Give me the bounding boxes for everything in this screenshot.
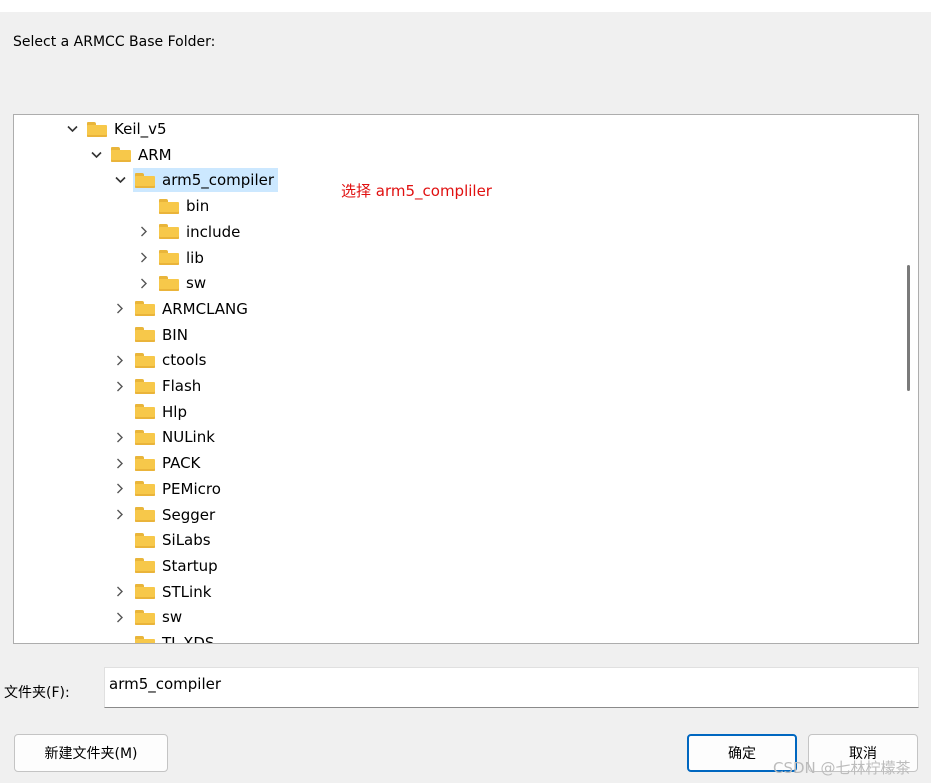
tree-scrollbar-thumb[interactable] — [907, 265, 910, 391]
chevron-right-icon[interactable] — [114, 483, 126, 495]
chevron-right-icon[interactable] — [114, 611, 126, 623]
tree-item-label: TI_XDS — [162, 634, 215, 644]
folder-icon — [111, 147, 131, 163]
tree-item-label: NULink — [162, 428, 215, 447]
chevron-right-icon[interactable] — [138, 252, 150, 264]
folder-icon — [135, 481, 155, 497]
chevron-right-icon[interactable] — [114, 431, 126, 443]
tree-item-label: ARM — [138, 145, 172, 164]
folder-icon — [135, 609, 155, 625]
tree-item[interactable]: Startup — [133, 554, 222, 578]
folder-icon — [135, 532, 155, 548]
title-bar-strip — [0, 0, 931, 12]
tree-item[interactable]: SiLabs — [133, 528, 215, 552]
tree-item[interactable]: bin — [157, 194, 213, 218]
folder-icon — [159, 198, 179, 214]
folder-icon — [135, 172, 155, 188]
tree-item-label: sw — [186, 274, 207, 293]
folder-icon — [159, 224, 179, 240]
tree-item[interactable]: PEMicro — [133, 477, 225, 501]
tree-item[interactable]: TI_XDS — [133, 631, 218, 644]
folder-icon — [135, 429, 155, 445]
folder-icon — [135, 635, 155, 643]
chevron-right-icon[interactable] — [114, 509, 126, 521]
tree-item-label: PACK — [162, 454, 201, 473]
tree-item-label: lib — [186, 248, 204, 267]
tree-item-label: ARMCLANG — [162, 299, 248, 318]
tree-item-label: PEMicro — [162, 479, 221, 498]
folder-icon — [135, 352, 155, 368]
tree-item[interactable]: Keil_v5 — [85, 117, 171, 141]
tree-item[interactable]: Flash — [133, 374, 205, 398]
red-annotation-text: 选择 arm5_compliler — [341, 182, 492, 200]
folder-icon — [87, 121, 107, 137]
folder-icon — [159, 275, 179, 291]
tree-item-label: Segger — [162, 505, 216, 524]
chevron-right-icon[interactable] — [114, 354, 126, 366]
tree-item[interactable]: NULink — [133, 425, 219, 449]
tree-item-label: sw — [162, 608, 183, 627]
folder-icon — [135, 558, 155, 574]
tree-item-label: Hlp — [162, 402, 187, 421]
chevron-down-icon[interactable] — [114, 174, 126, 186]
watermark-text: CSDN @七林柠檬茶 — [773, 759, 911, 777]
tree-item[interactable]: PACK — [133, 451, 204, 475]
folder-icon — [135, 301, 155, 317]
tree-item-label: Keil_v5 — [114, 120, 167, 138]
tree-item-label: arm5_compiler — [162, 171, 275, 190]
folder-icon — [159, 250, 179, 265]
tree-item[interactable]: Segger — [133, 503, 219, 527]
tree-item-label: bin — [186, 197, 210, 216]
tree-item[interactable]: ctools — [133, 348, 210, 372]
chevron-right-icon[interactable] — [138, 226, 150, 238]
tree-item[interactable]: include — [157, 220, 244, 244]
chevron-right-icon[interactable] — [138, 277, 150, 289]
folder-path-input[interactable]: arm5_compiler — [104, 667, 919, 708]
tree-item[interactable]: lib — [157, 246, 208, 270]
tree-item-label: Startup — [162, 556, 218, 575]
chevron-right-icon[interactable] — [114, 586, 126, 598]
tree-item[interactable]: STLink — [133, 580, 215, 604]
tree-item-label: STLink — [162, 582, 212, 601]
dialog-prompt: Select a ARMCC Base Folder: — [13, 34, 216, 50]
tree-item[interactable]: sw — [157, 271, 210, 295]
tree-item-label: Flash — [162, 377, 202, 395]
tree-item-label: BIN — [162, 325, 188, 344]
folder-field-label: 文件夹(F): — [4, 685, 70, 701]
chevron-down-icon[interactable] — [90, 149, 102, 161]
chevron-right-icon[interactable] — [114, 457, 126, 469]
tree-item[interactable]: sw — [133, 605, 186, 629]
folder-icon — [135, 378, 155, 394]
chevron-right-icon[interactable] — [114, 303, 126, 315]
folder-icon — [135, 404, 155, 420]
folder-icon — [135, 507, 155, 522]
tree-item-label: include — [186, 222, 241, 241]
new-folder-button[interactable]: 新建文件夹(M) — [14, 734, 168, 772]
tree-item[interactable]: ARM — [109, 143, 176, 167]
chevron-right-icon[interactable] — [114, 380, 126, 392]
folder-icon — [135, 584, 155, 600]
chevron-down-icon[interactable] — [66, 123, 78, 135]
tree-item[interactable]: ARMCLANG — [133, 297, 252, 321]
tree-item-label: ctools — [162, 351, 207, 370]
tree-item[interactable]: BIN — [133, 323, 192, 347]
folder-icon — [135, 327, 155, 343]
tree-item[interactable]: arm5_compiler — [133, 168, 279, 193]
folder-icon — [135, 455, 155, 471]
tree-item[interactable]: Hlp — [133, 400, 191, 424]
tree-item-label: SiLabs — [162, 531, 211, 550]
